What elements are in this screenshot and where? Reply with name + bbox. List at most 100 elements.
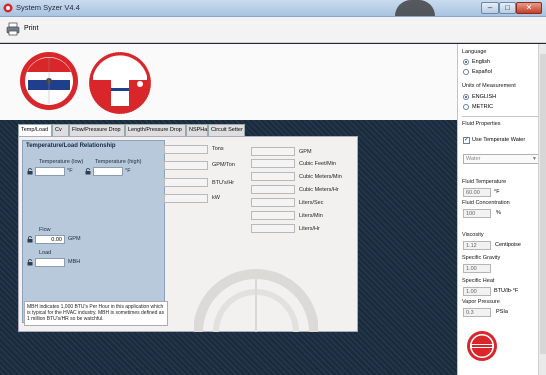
hydronic-dial-logo: [88, 51, 152, 115]
bell-gossett-logo: [467, 331, 497, 361]
settings-panel: Language English Español Units of Measur…: [457, 44, 546, 375]
vapor-pressure-input[interactable]: 0.3: [463, 308, 491, 317]
temp-high-unit: °F: [125, 168, 131, 174]
espanol-radio[interactable]: [463, 69, 469, 75]
liters-min-label: Liters/Min: [299, 213, 323, 219]
language-label: Language: [462, 49, 487, 55]
specific-gravity-input[interactable]: 1.00: [463, 264, 491, 273]
tab-circuit-setter[interactable]: Circuit Setter: [208, 124, 245, 136]
load-input[interactable]: [35, 258, 65, 267]
flow-label: Flow: [39, 227, 51, 233]
temp-high-label: Temperature (high): [95, 159, 142, 165]
cubic-meters-min-label: Cubic Meters/Min: [299, 174, 342, 180]
temp-low-input[interactable]: [35, 167, 65, 176]
kw-label: kW: [212, 195, 220, 201]
tab-length-pressure-drop[interactable]: Length/Pressure Drop: [125, 124, 186, 136]
vapor-pressure-label: Vapor Pressure: [462, 299, 500, 305]
temp-load-box: Temperature/Load Relationship Temperatur…: [22, 140, 168, 326]
viscosity-label: Viscosity: [462, 232, 484, 238]
fluid-select[interactable]: Water ▼: [463, 154, 540, 164]
tab-flow-pressure-drop[interactable]: Flow/Pressure Drop: [69, 124, 125, 136]
liters-sec-label: Liters/Sec: [299, 200, 324, 206]
temp-high-input[interactable]: [93, 167, 123, 176]
vapor-pressure-unit: PSIa: [496, 309, 508, 315]
viscosity-input[interactable]: 1.12: [463, 241, 491, 250]
window-title: System Syzer V4.4: [16, 3, 80, 12]
gpm-label: GPM: [299, 149, 312, 155]
fluid-properties-label: Fluid Properties: [462, 121, 501, 127]
units-english-label: ENGLISH: [472, 94, 497, 100]
fluid-temp-unit: °F: [494, 189, 500, 195]
gpm-per-ton-label: GPM/Ton: [212, 162, 235, 168]
kw-output: [164, 194, 208, 203]
cfm-output: [251, 159, 295, 168]
liters-sec-output: [251, 198, 295, 207]
fluid-conc-unit: %: [496, 210, 501, 216]
scrollbar-thumb[interactable]: [540, 54, 546, 354]
liters-hr-output: [251, 224, 295, 233]
btu-per-hr-output: [164, 178, 208, 187]
close-button[interactable]: ✕: [516, 2, 542, 14]
fluid-temp-label: Fluid Temperature: [462, 179, 507, 185]
fluid-conc-label: Fluid Concentration: [462, 200, 510, 206]
gpm-per-ton-output: [164, 161, 208, 170]
logo-area: [0, 44, 457, 120]
cfm-label: Cubic Feet/Min: [299, 161, 336, 167]
units-label: Units of Measurement: [462, 83, 516, 89]
temp-load-header: Temperature/Load Relationship: [26, 143, 116, 149]
fluid-temp-input[interactable]: 60.00: [463, 188, 491, 197]
liters-hr-label: Liters/Hr: [299, 226, 320, 232]
use-temperate-water-checkbox[interactable]: ✓: [463, 137, 470, 144]
temp-low-unit: °F: [67, 168, 73, 174]
specific-heat-label: Specific Heat: [462, 278, 495, 284]
specific-gravity-label: Specific Gravity: [462, 255, 501, 261]
load-label: Load: [39, 250, 52, 256]
load-unit: MBH: [68, 259, 81, 265]
tab-cv[interactable]: Cv: [52, 124, 69, 136]
print-button[interactable]: Print: [4, 20, 54, 39]
watermark-dial: [194, 269, 318, 332]
flow-unit: GPM: [68, 236, 81, 242]
btu-per-hr-label: BTU's/Hr: [212, 180, 235, 186]
english-label: English: [472, 59, 491, 65]
units-metric-label: METRIC: [472, 104, 494, 110]
lock-icon[interactable]: [27, 236, 33, 243]
tons-label: Tons: [212, 146, 224, 152]
viscosity-unit: Centipoise: [495, 242, 521, 248]
fluid-conc-input[interactable]: 100: [463, 209, 491, 218]
use-temperate-water-label: Use Temperate Water: [472, 137, 526, 143]
cubic-meters-min-output: [251, 172, 295, 181]
lock-icon[interactable]: [85, 168, 91, 175]
specific-heat-input[interactable]: 1.00: [463, 287, 491, 296]
temp-low-label: Temperature (low): [39, 159, 84, 165]
fluid-select-value: Water: [466, 156, 481, 162]
toolbar: Print: [0, 17, 546, 43]
liters-min-output: [251, 211, 295, 220]
espanol-label: Español: [472, 69, 492, 75]
app-icon: [3, 3, 13, 13]
lock-icon[interactable]: [27, 259, 33, 266]
maximize-button[interactable]: □: [499, 2, 516, 14]
minimize-button[interactable]: –: [481, 2, 499, 14]
system-syzer-dial-logo: [20, 52, 78, 110]
printer-icon: [6, 22, 20, 36]
cubic-meters-hr-output: [251, 185, 295, 194]
lock-icon[interactable]: [27, 168, 33, 175]
vertical-scrollbar[interactable]: [538, 44, 546, 375]
tab-panel: Temperature/Load Relationship Temperatur…: [18, 136, 358, 332]
flow-input[interactable]: 0.00: [35, 235, 65, 244]
units-english-radio[interactable]: [463, 94, 469, 100]
cubic-meters-hr-label: Cubic Meters/Hr: [299, 187, 339, 193]
gpm-output: [251, 147, 295, 156]
mbh-note: MBH indicates 1,000 BTU's Per Hour in th…: [24, 301, 168, 326]
chevron-down-icon: ▼: [532, 156, 537, 162]
title-bar: System Syzer V4.4 – □ ✕: [0, 0, 546, 17]
tab-nspha[interactable]: NSPHa: [186, 124, 208, 136]
background-silhouette: [395, 0, 435, 16]
english-radio[interactable]: [463, 59, 469, 65]
specific-heat-unit: BTU/lb·°F: [494, 288, 519, 294]
divider: [462, 116, 540, 117]
tons-output: [164, 145, 208, 154]
print-label: Print: [24, 25, 39, 32]
units-metric-radio[interactable]: [463, 104, 469, 110]
